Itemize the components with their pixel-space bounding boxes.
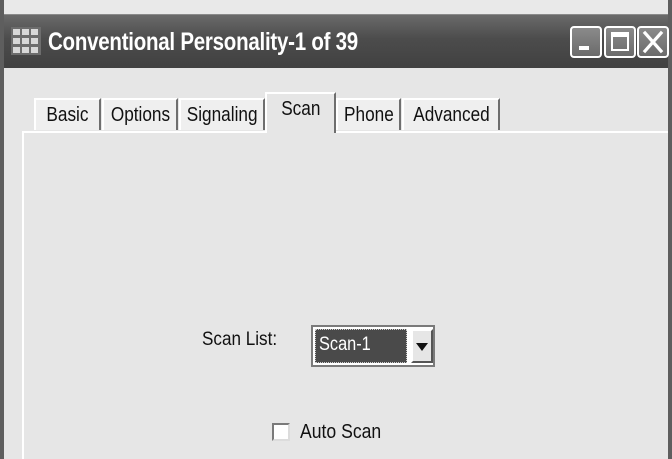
scan-list-selected-value[interactable]: Scan-1 [315, 329, 407, 363]
tab-label: Advanced [412, 104, 490, 126]
tab-label: Options [110, 104, 170, 126]
tab-advanced[interactable]: Advanced [402, 98, 500, 130]
tab-label: Basic [46, 104, 89, 126]
scan-tab-panel [22, 131, 668, 459]
app-grid-icon [11, 27, 41, 55]
scan-list-label: Scan List: [202, 329, 278, 350]
auto-scan-checkbox[interactable] [272, 423, 290, 441]
dialog-client-area: Basic Options Signaling Scan Phone Advan… [4, 68, 668, 459]
chevron-down-icon [416, 343, 428, 351]
auto-scan-label[interactable]: Auto Scan [300, 421, 381, 444]
tab-scan[interactable]: Scan [265, 92, 336, 133]
minimize-button[interactable] [570, 26, 602, 58]
close-button[interactable] [637, 26, 669, 58]
maximize-icon [611, 32, 629, 51]
close-icon [642, 30, 664, 54]
tab-basic[interactable]: Basic [34, 98, 101, 130]
scan-list-dropdown[interactable]: Scan-1 [311, 325, 435, 367]
maximize-button[interactable] [604, 26, 636, 58]
dialog-window: Conventional Personality-1 of 39 Basic O… [0, 0, 672, 459]
tab-phone[interactable]: Phone [336, 98, 401, 130]
minimize-icon [579, 46, 589, 50]
tab-label: Signaling [186, 104, 258, 126]
tab-strip: Basic Options Signaling Scan Phone Advan… [4, 68, 668, 133]
tab-label: Scan [280, 98, 321, 120]
dropdown-arrow-button[interactable] [411, 329, 433, 363]
title-bar[interactable]: Conventional Personality-1 of 39 [4, 14, 669, 68]
tab-signaling[interactable]: Signaling [179, 98, 265, 130]
tab-options[interactable]: Options [102, 98, 178, 130]
tab-label: Phone [343, 104, 394, 126]
window-title: Conventional Personality-1 of 39 [48, 28, 358, 56]
